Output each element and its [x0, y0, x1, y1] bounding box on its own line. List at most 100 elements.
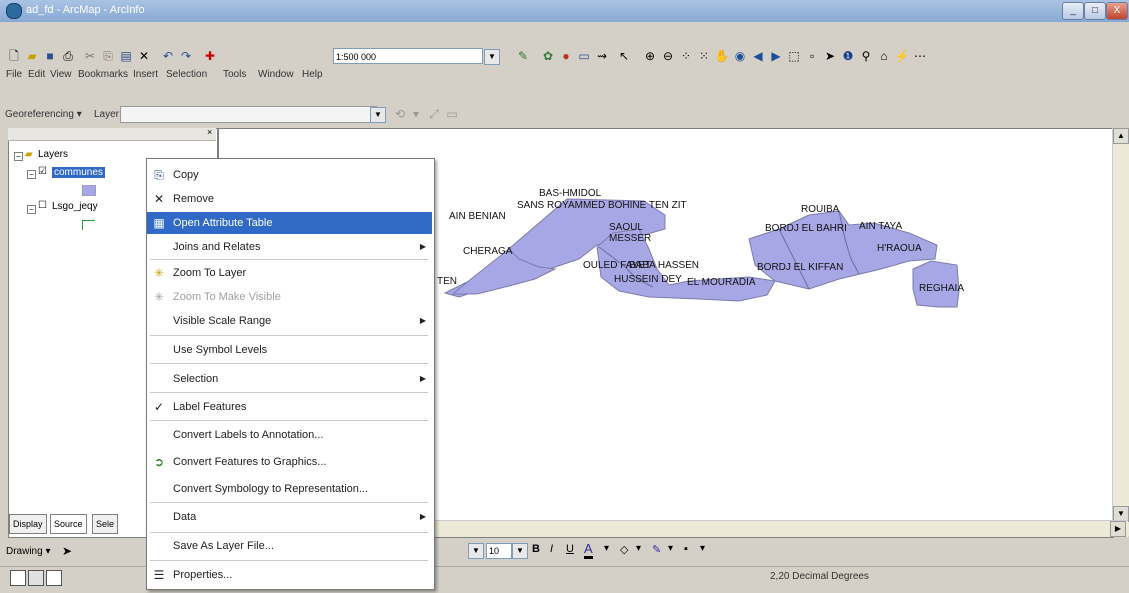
menu-edit[interactable]: Edit — [28, 69, 45, 80]
menu-copy[interactable]: ⎘ Copy — [147, 164, 432, 186]
print-icon[interactable]: ⎙ — [60, 48, 76, 64]
model-builder-icon[interactable]: ⇝ — [594, 48, 610, 64]
layer-dropdown-arrow[interactable]: ▼ — [370, 107, 386, 123]
scale-dropdown-arrow[interactable]: ▼ — [484, 49, 500, 65]
menu-zoom-to-layer[interactable]: ✳ Zoom To Layer — [147, 262, 432, 284]
close-button[interactable]: X — [1106, 2, 1128, 20]
rotate-icon[interactable]: ⟲ — [392, 106, 408, 122]
toc-close-icon[interactable]: × — [207, 127, 212, 137]
fill-color-icon[interactable]: ◇ — [620, 543, 628, 556]
menu-open-attribute-table[interactable]: ▦ Open Attribute Table — [147, 212, 432, 234]
identify-icon[interactable]: ❶ — [840, 48, 856, 64]
menu-selection[interactable]: Selection — [166, 69, 207, 80]
font-size-input[interactable]: 10 — [486, 543, 512, 559]
georef-dropdown-icon[interactable]: ▾ — [408, 106, 424, 122]
hyperlink-icon[interactable]: ⚡ — [894, 48, 910, 64]
layer2-checkbox[interactable]: ☐ — [38, 200, 47, 211]
fixed-zoom-out-icon[interactable]: ⁙ — [696, 48, 712, 64]
catalog-icon[interactable]: ● — [558, 48, 574, 64]
menu-joins-and-relates[interactable]: Joins and Relates ▶ — [147, 236, 432, 258]
menu-insert[interactable]: Insert — [133, 69, 158, 80]
back-extent-icon[interactable]: ◀ — [750, 48, 766, 64]
menu-save-as-layer-file[interactable]: Save As Layer File... — [147, 535, 432, 557]
bold-icon[interactable]: B — [532, 543, 540, 555]
whats-this-icon[interactable]: ↖ — [616, 48, 632, 64]
open-folder-icon[interactable]: ▰ — [24, 48, 40, 64]
cut-icon[interactable]: ✂ — [82, 48, 98, 64]
delete-icon[interactable]: ✕ — [136, 48, 152, 64]
select-elements-icon[interactable]: ➤ — [822, 48, 838, 64]
toolbar-more-icon[interactable]: ⋯ — [912, 48, 928, 64]
menu-properties[interactable]: ☰ Properties... — [147, 564, 432, 586]
layer1-symbol[interactable] — [82, 185, 96, 196]
layer-select[interactable] — [120, 106, 377, 123]
menu-data[interactable]: Data ▶ — [147, 506, 432, 528]
menu-help[interactable]: Help — [302, 69, 323, 80]
menu-window[interactable]: Window — [258, 69, 294, 80]
view-link-table-icon[interactable]: ▭ — [444, 106, 460, 122]
arctoolbox-icon[interactable]: ✿ — [540, 48, 556, 64]
measure-icon[interactable]: ⌂ — [876, 48, 892, 64]
minimize-button[interactable]: _ — [1062, 2, 1084, 20]
select-features-icon[interactable]: ⬚ — [786, 48, 802, 64]
menu-convert-labels[interactable]: Convert Labels to Annotation... — [147, 424, 432, 446]
layout-view-icon[interactable] — [10, 570, 26, 586]
map-scale-input[interactable]: 1:500 000 — [333, 48, 483, 64]
select-elements-arrow-icon[interactable]: ➤ — [62, 544, 72, 558]
find-icon[interactable]: ⚲ — [858, 48, 874, 64]
font-dropdown-arrow[interactable]: ▼ — [468, 543, 484, 559]
fixed-zoom-in-icon[interactable]: ⁘ — [678, 48, 694, 64]
menu-bookmarks[interactable]: Bookmarks — [78, 69, 128, 80]
redo-icon[interactable]: ↷ — [178, 48, 194, 64]
scroll-right-icon[interactable]: ▶ — [1110, 521, 1126, 537]
marker-color-icon[interactable]: ▪ — [684, 543, 688, 555]
editor-toolbar-icon[interactable]: ✎ — [515, 48, 531, 64]
forward-extent-icon[interactable]: ▶ — [768, 48, 784, 64]
menu-file[interactable]: File — [6, 69, 22, 80]
layers-root-label[interactable]: Layers — [38, 149, 68, 160]
menu-view[interactable]: View — [50, 69, 72, 80]
layer2-name[interactable]: Lsgo_jeqy — [52, 201, 98, 212]
marker-color-dropdown-icon[interactable]: ▾ — [700, 543, 705, 554]
tab-display[interactable]: Display — [9, 514, 47, 534]
copy-toolbar-icon[interactable]: ⎘ — [100, 48, 116, 64]
italic-icon[interactable]: I — [550, 543, 553, 555]
menu-convert-features[interactable]: ➲ Convert Features to Graphics... — [147, 451, 432, 473]
tab-source[interactable]: Source — [50, 514, 87, 534]
menu-remove[interactable]: ✕ Remove — [147, 188, 432, 210]
zoom-in-icon[interactable]: ⊕ — [642, 48, 658, 64]
layer1-collapse-icon[interactable]: − — [27, 170, 36, 179]
add-control-points-icon[interactable]: ⤢ — [426, 106, 442, 122]
layers-collapse-icon[interactable]: − — [14, 152, 23, 161]
map-vertical-scrollbar[interactable]: ▲ ▼ — [1112, 128, 1129, 536]
tab-selection[interactable]: Sele — [92, 514, 119, 534]
line-color-dropdown-icon[interactable]: ▾ — [668, 543, 673, 554]
layer1-checkbox[interactable]: ☑ — [38, 166, 47, 177]
layer1-name[interactable]: communes — [52, 167, 105, 178]
menu-visible-scale-range[interactable]: Visible Scale Range ▶ — [147, 310, 432, 332]
command-line-icon[interactable]: ▭ — [576, 48, 592, 64]
line-color-icon[interactable]: ✎ — [652, 543, 661, 556]
font-color-dropdown-icon[interactable]: ▾ — [604, 543, 609, 554]
layer2-line-symbol[interactable] — [82, 220, 95, 230]
clear-selection-icon[interactable]: ▫ — [804, 48, 820, 64]
scroll-up-icon[interactable]: ▲ — [1113, 128, 1129, 144]
menu-use-symbol-levels[interactable]: Use Symbol Levels — [147, 339, 432, 361]
menu-convert-symbology[interactable]: Convert Symbology to Representation... — [147, 478, 432, 500]
font-color-icon[interactable]: A — [584, 541, 593, 559]
refresh-view-icon[interactable] — [46, 570, 62, 586]
add-data-icon[interactable]: ✚ — [202, 48, 218, 64]
paste-icon[interactable]: ▤ — [118, 48, 134, 64]
menu-tools[interactable]: Tools — [223, 69, 246, 80]
menu-label-features[interactable]: ✓ Label Features — [147, 396, 432, 418]
maximize-button[interactable]: □ — [1084, 2, 1106, 20]
menu-selection[interactable]: Selection ▶ — [147, 368, 432, 390]
drawing-menu[interactable]: Drawing ▾ — [6, 546, 50, 557]
new-document-icon[interactable]: 🗋 — [6, 48, 22, 64]
undo-icon[interactable]: ↶ — [160, 48, 176, 64]
save-icon[interactable]: ■ — [42, 48, 58, 64]
data-view-icon[interactable] — [28, 570, 44, 586]
full-extent-icon[interactable]: ◉ — [732, 48, 748, 64]
layer2-collapse-icon[interactable]: − — [27, 205, 36, 214]
pan-icon[interactable]: ✋ — [714, 48, 730, 64]
